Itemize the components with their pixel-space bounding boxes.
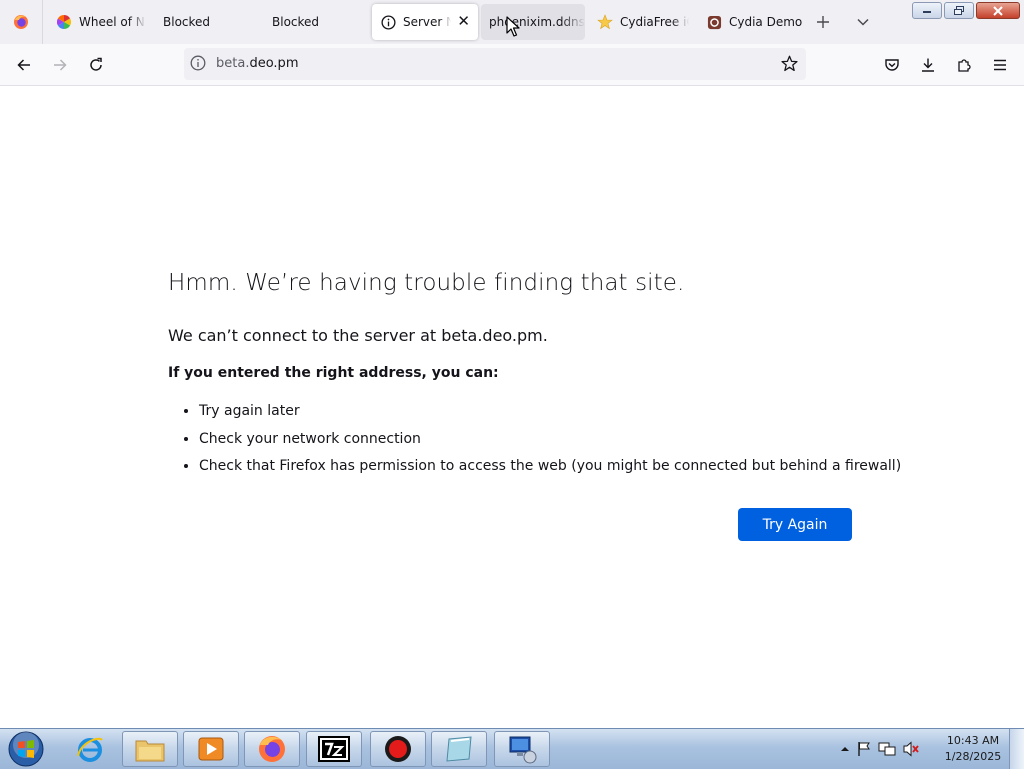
try-again-button[interactable]: Try Again	[738, 508, 852, 541]
suggestions-list: Try again later Check your network conne…	[168, 398, 901, 481]
taskbar-internet-explorer[interactable]	[62, 731, 118, 767]
minimize-button[interactable]	[912, 2, 942, 19]
reload-icon	[90, 57, 102, 71]
tab-blocked-2[interactable]: Blocked	[264, 4, 368, 40]
info-icon	[380, 14, 396, 30]
tab-label: Blocked	[163, 15, 211, 29]
reload-button[interactable]	[82, 52, 110, 78]
back-button[interactable]	[10, 52, 38, 78]
taskbar-network-app[interactable]	[494, 731, 550, 767]
record-icon	[385, 736, 411, 762]
pocket-icon	[885, 59, 899, 71]
plus-icon	[817, 16, 829, 28]
tab-cydiafree[interactable]: CydiaFree iC	[589, 4, 689, 40]
tab-label: phoenixim.ddns.	[489, 15, 585, 29]
tab-label: CydiaFree iC	[620, 15, 689, 29]
bookmark-star-icon[interactable]	[781, 55, 798, 76]
hamburger-menu-icon	[994, 59, 1006, 71]
extensions-button[interactable]	[950, 52, 978, 78]
suggestions-heading: If you entered the right address, you ca…	[168, 365, 499, 381]
taskbar-7zip[interactable]	[306, 731, 362, 767]
download-icon	[922, 58, 934, 72]
cydia-icon	[706, 14, 722, 30]
tab-wheel-of-names[interactable]: Wheel of Na	[48, 4, 146, 40]
restore-button[interactable]	[944, 2, 974, 19]
volume-muted-icon[interactable]	[902, 741, 920, 757]
pocket-button[interactable]	[878, 52, 906, 78]
notepad-icon	[446, 736, 472, 762]
restore-icon	[954, 5, 964, 15]
firefox-icon	[259, 736, 285, 762]
tab-blocked-1[interactable]: Blocked	[155, 4, 259, 40]
tab-label: Blocked	[272, 15, 320, 29]
page-title: Hmm. We’re having trouble finding that s…	[168, 270, 685, 296]
system-tray	[840, 729, 920, 769]
taskbar-media-player[interactable]	[183, 731, 239, 767]
close-tab-icon[interactable]: ✕	[457, 13, 470, 29]
7zip-icon	[318, 736, 350, 762]
url-domain: deo.pm	[249, 56, 299, 71]
taskbar-clock[interactable]: 10:43 AM 1/28/2025	[938, 733, 1008, 765]
firefox-icon	[14, 15, 28, 29]
tab-phoenixim[interactable]: phoenixim.ddns.	[481, 4, 585, 40]
downloads-button[interactable]	[914, 52, 942, 78]
firefox-view-button[interactable]	[0, 0, 43, 44]
suggestion-item: Check that Firefox has permission to acc…	[199, 453, 901, 481]
taskbar: 10:43 AM 1/28/2025	[0, 728, 1024, 769]
app-menu-button[interactable]	[986, 52, 1014, 78]
arrow-left-icon	[17, 59, 30, 71]
media-player-icon	[198, 737, 224, 761]
tab-cydia-demo[interactable]: Cydia Demo	[698, 4, 802, 40]
action-center-flag-icon[interactable]	[856, 741, 872, 757]
window-controls	[912, 2, 1020, 19]
close-window-button[interactable]	[976, 2, 1020, 19]
suggestion-item: Try again later	[199, 398, 901, 426]
start-button[interactable]	[6, 730, 46, 768]
site-info-icon[interactable]	[190, 55, 206, 75]
tab-label: Cydia Demo	[729, 15, 802, 29]
mouse-cursor-icon	[506, 16, 520, 37]
tab-label: Server No	[403, 15, 451, 29]
colorful-wheel-icon	[56, 14, 72, 30]
taskbar-file-explorer[interactable]	[122, 731, 178, 767]
taskbar-firefox[interactable]	[244, 731, 300, 767]
taskbar-screen-recorder[interactable]	[370, 731, 426, 767]
star-icon	[597, 14, 613, 30]
url-subdomain: beta.	[216, 56, 250, 71]
list-all-tabs-button[interactable]	[851, 10, 875, 34]
error-page: Hmm. We’re having trouble finding that s…	[0, 86, 1024, 728]
tab-label: Wheel of Na	[79, 15, 146, 29]
suggestion-item: Check your network connection	[199, 426, 901, 454]
address-bar[interactable]: beta.deo.pm	[184, 48, 806, 80]
minimize-icon	[923, 10, 931, 13]
puzzle-piece-icon	[958, 59, 971, 72]
network-icon[interactable]	[878, 741, 896, 757]
arrow-right-icon	[54, 59, 67, 71]
tab-server-not-found[interactable]: Server No ✕	[372, 4, 478, 40]
error-description: We can’t connect to the server at beta.d…	[168, 326, 548, 345]
navigation-toolbar: beta.deo.pm	[0, 44, 1024, 86]
taskbar-notepad[interactable]	[431, 731, 487, 767]
clock-date: 1/28/2025	[944, 750, 1002, 763]
show-desktop-button[interactable]	[1009, 729, 1024, 769]
internet-explorer-icon	[77, 737, 103, 762]
file-explorer-icon	[135, 740, 165, 762]
chevron-down-icon	[857, 18, 869, 26]
network-app-icon	[509, 736, 537, 764]
show-hidden-icons-icon[interactable]	[840, 744, 850, 754]
windows-start-orb-icon	[8, 731, 44, 767]
url-text[interactable]: beta.deo.pm	[216, 56, 298, 71]
new-tab-button[interactable]	[811, 10, 835, 34]
close-icon	[993, 5, 1003, 16]
forward-button[interactable]	[46, 52, 74, 78]
clock-time: 10:43 AM	[946, 734, 1000, 747]
